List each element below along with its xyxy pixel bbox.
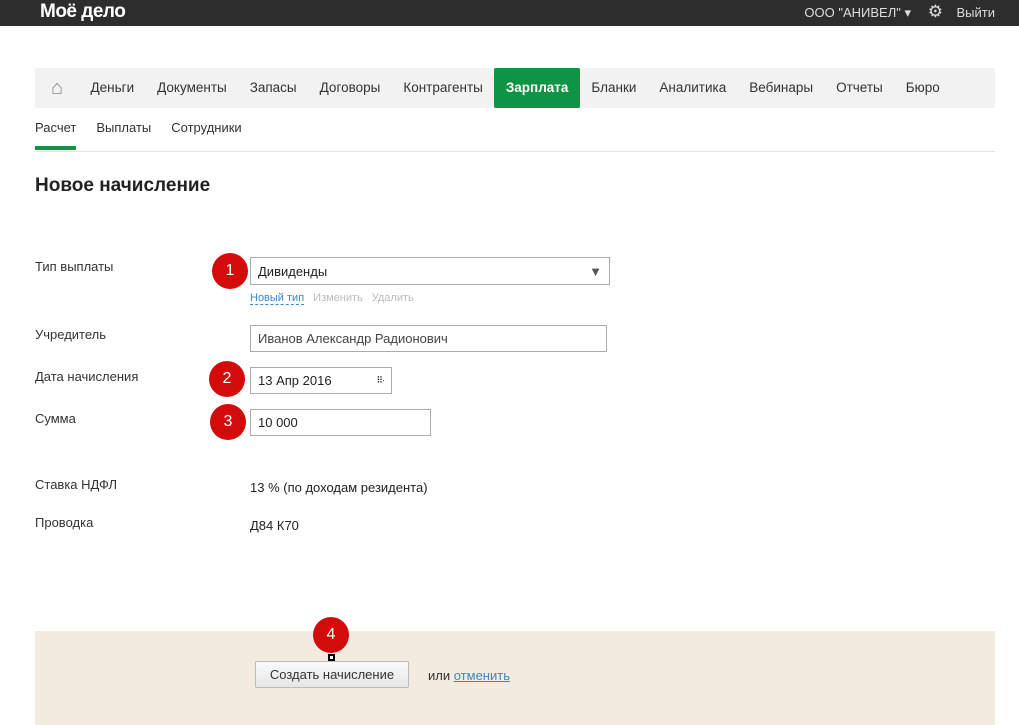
org-selector[interactable]: ООО "АНИВЕЛ" ▾	[804, 5, 911, 21]
date-label: Дата начисления	[35, 369, 139, 384]
date-input[interactable]: 13 Апр 2016 ⠿·	[250, 367, 392, 394]
nav-item-money[interactable]: Деньги	[79, 68, 146, 108]
logout-link[interactable]: Выйти	[957, 5, 996, 20]
ndfl-label: Ставка НДФЛ	[35, 477, 118, 492]
nav-item-forms[interactable]: Бланки	[580, 68, 648, 108]
create-accrual-button[interactable]: Создать начисление	[255, 661, 409, 688]
cancel-link[interactable]: отменить	[454, 668, 510, 683]
main-nav: ⌂ Деньги Документы Запасы Договоры Контр…	[35, 68, 995, 108]
step-badge-4: 4	[313, 617, 349, 653]
step-badge-2: 2	[209, 361, 245, 397]
new-type-link[interactable]: Новый тип	[250, 292, 305, 305]
tab-payments[interactable]: Выплаты	[96, 120, 151, 135]
nav-item-reports[interactable]: Отчеты	[825, 68, 895, 108]
divider	[35, 151, 995, 152]
founder-value: Иванов Александр Радионович	[258, 331, 448, 346]
step-badge-3: 3	[210, 404, 246, 440]
founder-input[interactable]: Иванов Александр Радионович	[250, 325, 607, 352]
nav-item-analytics[interactable]: Аналитика	[648, 68, 738, 108]
tab-employees[interactable]: Сотрудники	[171, 120, 241, 135]
founder-label: Учредитель	[35, 327, 107, 342]
or-label: или	[428, 668, 451, 683]
amount-value: 10 000	[258, 415, 298, 430]
dropdown-arrow-icon: ▼	[589, 263, 602, 279]
delete-type-link[interactable]: Удалить	[372, 292, 414, 305]
ndfl-value: 13 % (по доходам резидента)	[250, 480, 428, 495]
step-badge-1: 1	[212, 253, 248, 289]
nav-item-stock[interactable]: Запасы	[238, 68, 308, 108]
payment-type-links: Новый тип Изменить Удалить	[250, 292, 414, 305]
nav-item-salary[interactable]: Зарплата	[494, 68, 580, 108]
payment-type-label: Тип выплаты	[35, 259, 114, 274]
logo[interactable]: Моё дело	[40, 1, 126, 23]
posting-value: Д84 К70	[250, 518, 299, 533]
tab-calculation[interactable]: Расчет	[35, 120, 77, 150]
edit-type-link[interactable]: Изменить	[313, 292, 363, 305]
home-icon[interactable]: ⌂	[35, 77, 79, 100]
or-text: или отменить	[428, 668, 510, 683]
gear-icon[interactable]: ⚙	[928, 2, 943, 22]
nav-item-documents[interactable]: Документы	[146, 68, 239, 108]
pointer-marker	[328, 654, 335, 661]
nav-item-webinars[interactable]: Вебинары	[738, 68, 825, 108]
posting-label: Проводка	[35, 515, 94, 530]
date-value: 13 Апр 2016	[258, 373, 332, 388]
nav-item-bureau[interactable]: Бюро	[894, 68, 951, 108]
amount-label: Сумма	[35, 411, 76, 426]
page-title: Новое начисление	[35, 175, 211, 196]
nav-item-counterparties[interactable]: Контрагенты	[392, 68, 495, 108]
payment-type-select[interactable]: Дивиденды ▼	[250, 257, 610, 285]
form-footer	[35, 631, 995, 725]
payment-type-value: Дивиденды	[258, 263, 328, 279]
calendar-icon[interactable]: ⠿·	[376, 375, 385, 386]
nav-item-contracts[interactable]: Договоры	[308, 68, 392, 108]
top-bar: Моё дело ООО "АНИВЕЛ" ▾ ⚙ Выйти	[0, 0, 1019, 26]
sub-nav: Расчет Выплаты Сотрудники	[35, 120, 242, 150]
amount-input[interactable]: 10 000	[250, 409, 431, 436]
